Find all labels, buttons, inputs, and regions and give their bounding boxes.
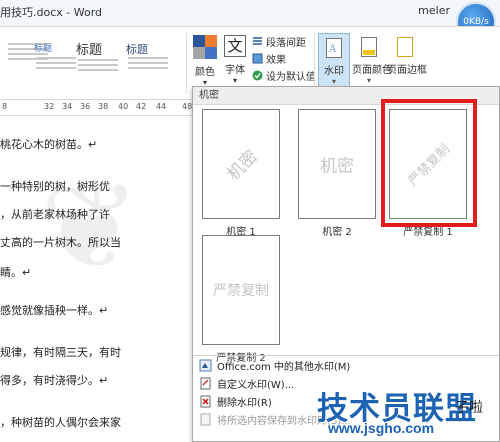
color-palette-icon	[193, 35, 217, 59]
watermark-preview: 严禁复制	[202, 235, 280, 345]
style-preview-title: 标题	[34, 44, 53, 54]
style-preview-title: 标题	[126, 43, 148, 56]
paragraph-spacing-button[interactable]: 段落间距	[252, 33, 312, 50]
watermark-option-do-not-copy-2[interactable]: 严禁复制 严禁复制 2	[202, 235, 282, 364]
fonts-button[interactable]: 文 字体 ▾	[222, 35, 248, 91]
window-title: 用技巧.docx - Word	[0, 6, 103, 19]
selection-highlight	[381, 99, 477, 227]
svg-text:A: A	[328, 44, 337, 55]
site-tag-text: 子啦	[455, 400, 483, 416]
paragraph-spacing-icon	[252, 36, 263, 47]
ruler-tick: 36	[80, 102, 91, 111]
site-url-watermark: www.jsgho.com	[328, 420, 435, 436]
paragraph-spacing-label: 段落间距	[266, 38, 306, 49]
ruler-tick: 40	[118, 102, 129, 111]
user-name[interactable]: meler	[418, 4, 450, 17]
watermark-option-confidential-2[interactable]: 机密 机密 2	[298, 109, 378, 238]
style-preview-lines	[128, 57, 168, 72]
effects-icon	[252, 53, 263, 64]
watermark-label: 水印	[324, 66, 344, 77]
custom-watermark-icon	[199, 377, 212, 390]
effects-label: 效果	[266, 55, 286, 66]
page-border-icon	[397, 37, 413, 57]
ruler-tick: 38	[98, 102, 109, 111]
title-bar: 用技巧.docx - Word meler 0KB/s	[0, 0, 500, 42]
checkmark-icon	[252, 70, 263, 81]
style-gallery-item[interactable]: 标题	[126, 33, 174, 89]
doc-line: 桃花心木的树苗。↵	[0, 138, 98, 151]
menu-item-label: Office.com 中的其他水印(M)	[217, 361, 351, 373]
ruler-tick: 8	[2, 102, 8, 111]
doc-line: ，从前老家林场种了许	[0, 208, 110, 221]
ribbon-divider	[314, 33, 315, 93]
save-selection-icon	[199, 413, 212, 426]
doc-line: 一种特别的树，树形优	[0, 180, 110, 193]
horizontal-ruler[interactable]: 8 32 34 36 38 40 42 44 48	[0, 100, 192, 116]
doc-line: 规律，有时隔三天，有时	[0, 346, 121, 359]
style-gallery-item[interactable]: 标题	[76, 33, 124, 89]
remove-watermark-icon	[199, 395, 212, 408]
office-icon	[199, 359, 212, 372]
set-as-default-label: 设为默认值	[266, 72, 316, 83]
watermark-caption: 机密 2	[322, 227, 352, 238]
watermark-preview: 机密	[202, 109, 280, 219]
menu-item-label: 删除水印(R)	[217, 397, 272, 409]
set-as-default-button[interactable]: 设为默认值	[252, 67, 316, 84]
watermark-icon: A	[326, 38, 342, 58]
menu-more-watermarks-office[interactable]: Office.com 中的其他水印(M)	[193, 356, 499, 374]
watermark-option-confidential-1[interactable]: 机密 机密 1	[202, 109, 282, 238]
watermark-preview-text: 严禁复制	[213, 283, 269, 299]
font-icon: 文	[224, 35, 246, 57]
effects-button[interactable]: 效果	[252, 50, 312, 67]
chevron-down-icon: ▾	[232, 76, 237, 85]
ruler-tick: 48	[182, 102, 193, 111]
doc-line: 感觉就像插秧一样。↵	[0, 304, 109, 317]
ruler-tick: 34	[62, 102, 73, 111]
chevron-down-icon: ▾	[366, 76, 371, 85]
menu-item-label: 自定义水印(W)...	[217, 379, 295, 391]
watermark-preview-text: 机密	[223, 146, 262, 185]
doc-line: 睛。↵	[0, 266, 32, 279]
ribbon-divider	[186, 33, 187, 93]
ruler-tick: 44	[156, 102, 167, 111]
ruler-tick: 32	[44, 102, 55, 111]
style-preview-title: 标题	[76, 43, 103, 58]
small-commands: 段落间距 效果 设为默认值	[252, 33, 316, 84]
page-borders-label: 页面边框	[387, 65, 427, 76]
style-gallery-item[interactable]: 标题	[34, 33, 82, 89]
document-page[interactable]: ❦ 桃花心木的树苗。↵ 一种特别的树，树形优 ，从前老家林场种了许 丈高的一片树…	[0, 118, 192, 442]
doc-line: 得多，有时浇得少。↵	[0, 374, 109, 387]
colors-button[interactable]: 颜色 ▾	[191, 35, 219, 91]
ruler-tick: 42	[136, 102, 147, 111]
fonts-label: 字体	[225, 65, 245, 76]
watermark-preview: 机密	[298, 109, 376, 219]
page-color-icon	[361, 37, 377, 57]
doc-line: ，种树苗的人偶尔会来家	[0, 416, 121, 429]
page-color-label: 页面颜色	[352, 65, 392, 76]
chevron-down-icon: ▾	[331, 77, 336, 86]
colors-label: 颜色	[195, 67, 215, 78]
watermark-preview-text: 机密	[320, 156, 354, 177]
style-preview-lines	[36, 57, 76, 72]
doc-line: 丈高的一片树木。所以当	[0, 236, 121, 249]
style-preview-lines	[78, 59, 118, 74]
